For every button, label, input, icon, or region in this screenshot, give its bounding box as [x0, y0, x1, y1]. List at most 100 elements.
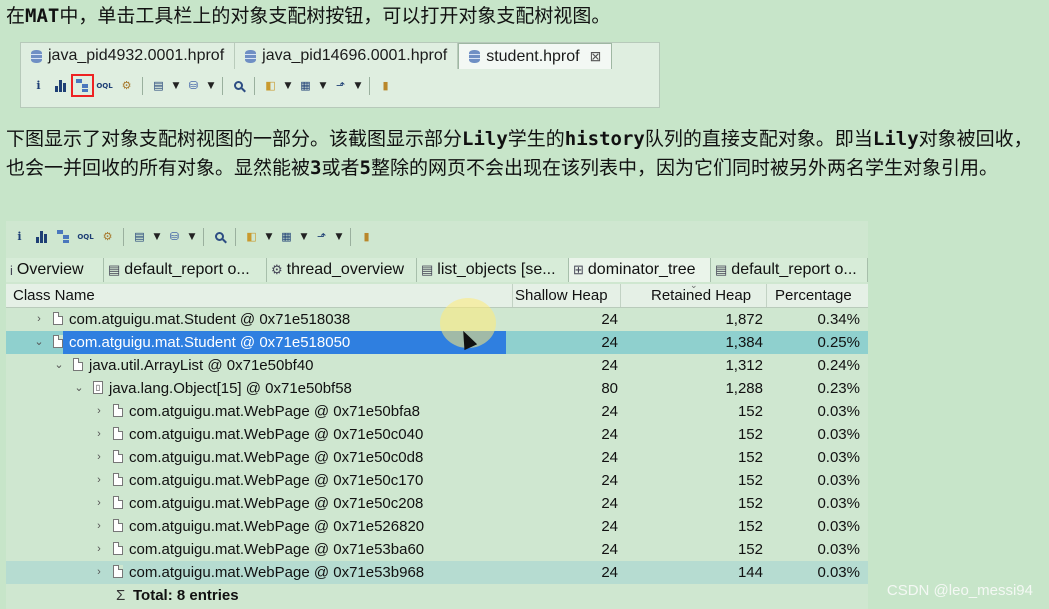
dominator-tree-button[interactable]: [54, 227, 73, 246]
editor-tab-pid4932[interactable]: java_pid4932.0001.hprof: [21, 43, 236, 69]
query-browser-button[interactable]: ⛁: [165, 227, 184, 246]
retained-heap-cell: 1,872: [725, 311, 763, 328]
expand-down-icon[interactable]: ⌄: [33, 331, 45, 354]
expand-right-icon[interactable]: ›: [93, 446, 105, 469]
close-icon[interactable]: ⊠: [590, 48, 602, 65]
expand-right-icon[interactable]: ›: [93, 515, 105, 538]
retained-heap-cell: 152: [737, 403, 763, 420]
tab-overview[interactable]: i Overview: [6, 258, 104, 282]
editor-tab-pid14696[interactable]: java_pid14696.0001.hprof: [235, 43, 459, 69]
calculate-retained-button[interactable]: ▮: [376, 76, 395, 95]
chevron-down-icon[interactable]: ▼: [353, 81, 363, 91]
columns-button[interactable]: ▦: [277, 227, 296, 246]
table-row[interactable]: ⌄ ▯ java.lang.Object[15] @ 0x71e50bf58 80 1,…: [6, 377, 868, 400]
percentage-cell: 0.25%: [817, 334, 860, 351]
report-icon: ▤: [421, 262, 434, 277]
chevron-down-icon[interactable]: ▼: [299, 232, 309, 242]
columns-button[interactable]: ▦: [296, 76, 315, 95]
table-header: Class Name Shallow Heap Retained Heap ⌄ …: [6, 280, 868, 308]
tab-list-objects[interactable]: ▤ list_objects [se...: [417, 258, 569, 282]
percentage-cell: 0.03%: [817, 564, 860, 581]
expand-down-icon[interactable]: ⌄: [73, 377, 85, 400]
dominator-tree-icon: [57, 230, 70, 243]
oql-button[interactable]: OQL: [76, 227, 95, 246]
heap-dump-icon: [245, 49, 257, 63]
thread-overview-button[interactable]: ⚙: [117, 76, 136, 95]
desc-text: 队列的直接支配对象。即当: [644, 128, 873, 150]
editor-tabs: java_pid4932.0001.hprof java_pid14696.00…: [21, 43, 613, 69]
header-shallow-heap[interactable]: Shallow Heap: [515, 284, 621, 307]
expand-right-icon[interactable]: ›: [93, 423, 105, 446]
shallow-heap-cell: 80: [601, 380, 618, 397]
tab-label: Overview: [16, 261, 84, 278]
search-button[interactable]: [229, 76, 248, 95]
expand-right-icon[interactable]: ›: [93, 400, 105, 423]
dominator-tree-button[interactable]: [71, 74, 94, 97]
reports-button[interactable]: ▤: [149, 76, 168, 95]
table-row[interactable]: ⌄ com.atguigu.mat.Student @ 0x71e518050 24…: [6, 331, 868, 354]
report-icon: ▤: [153, 79, 164, 92]
histogram-button[interactable]: [32, 227, 51, 246]
expand-right-icon[interactable]: ›: [93, 469, 105, 492]
chevron-down-icon[interactable]: ▼: [334, 232, 344, 242]
reports-button[interactable]: ▤: [130, 227, 149, 246]
expand-right-icon[interactable]: ›: [93, 492, 105, 515]
header-class-name[interactable]: Class Name: [13, 284, 513, 307]
overview-button[interactable]: i: [29, 76, 48, 95]
table-row[interactable]: › com.atguigu.mat.Student @ 0x71e518038 24…: [6, 308, 868, 331]
table-row[interactable]: › com.atguigu.mat.WebPage @ 0x71e50bfa8 24…: [6, 400, 868, 423]
histogram-icon: [55, 79, 66, 92]
table-row[interactable]: › com.atguigu.mat.WebPage @ 0x71e53ba60 24…: [6, 538, 868, 561]
table-row[interactable]: › com.atguigu.mat.WebPage @ 0x71e53b968 24…: [6, 561, 868, 584]
query-browser-button[interactable]: ⛁: [184, 76, 203, 95]
retained-heap-cell: 144: [737, 564, 763, 581]
oql-icon: OQL: [77, 232, 94, 241]
table-row[interactable]: › com.atguigu.mat.WebPage @ 0x71e50c170 24…: [6, 469, 868, 492]
tab-thread-overview[interactable]: ⚙ thread_overview: [267, 258, 417, 282]
expand-right-icon[interactable]: ›: [93, 561, 105, 584]
export-button[interactable]: ⬏: [331, 76, 350, 95]
editor-tab-student[interactable]: student.hprof ⊠: [458, 43, 613, 69]
chevron-down-icon[interactable]: ▼: [206, 81, 216, 91]
export-icon: ⬏: [316, 230, 327, 243]
object-icon: [113, 427, 123, 440]
toolbar-separator: [203, 227, 204, 246]
desc-mono-text: 5: [359, 157, 371, 179]
export-button[interactable]: ⬏: [312, 227, 331, 246]
expand-right-icon[interactable]: ›: [33, 308, 45, 331]
chevron-down-icon[interactable]: ▼: [283, 81, 293, 91]
expand-right-icon[interactable]: ›: [93, 538, 105, 561]
toolbar-separator: [142, 76, 143, 95]
group-button[interactable]: ◧: [242, 227, 261, 246]
table-row[interactable]: › com.atguigu.mat.WebPage @ 0x71e50c040 24…: [6, 423, 868, 446]
overview-button[interactable]: i: [10, 227, 29, 246]
table-row[interactable]: › com.atguigu.mat.WebPage @ 0x71e50c208 24…: [6, 492, 868, 515]
thread-overview-button[interactable]: ⚙: [98, 227, 117, 246]
chevron-down-icon[interactable]: ▼: [152, 232, 162, 242]
retained-heap-cell: 152: [737, 449, 763, 466]
table-row[interactable]: › com.atguigu.mat.WebPage @ 0x71e526820 24…: [6, 515, 868, 538]
chevron-down-icon[interactable]: ▼: [318, 81, 328, 91]
group-button[interactable]: ◧: [261, 76, 280, 95]
expand-down-icon[interactable]: ⌄: [53, 354, 65, 377]
histogram-button[interactable]: [51, 76, 70, 95]
table-row[interactable]: › com.atguigu.mat.WebPage @ 0x71e50c0d8 24…: [6, 446, 868, 469]
percentage-cell: 0.03%: [817, 472, 860, 489]
tab-default-report-2[interactable]: ▤ default_report o...: [711, 258, 868, 282]
oql-button[interactable]: OQL: [95, 76, 114, 95]
chevron-down-icon[interactable]: ▼: [171, 81, 181, 91]
desc-text: 学生的: [507, 128, 565, 150]
search-button[interactable]: [210, 227, 229, 246]
table-row[interactable]: ⌄ java.util.ArrayList @ 0x71e50bf40 24 1,31…: [6, 354, 868, 377]
retained-heap-cell: 152: [737, 472, 763, 489]
calculate-retained-button[interactable]: ▮: [357, 227, 376, 246]
chevron-down-icon[interactable]: ▼: [264, 232, 274, 242]
description-paragraph: 下图显示了对象支配树视图的一部分。该截图显示部分Lily学生的history队列…: [6, 125, 1046, 183]
class-name-cell: com.atguigu.mat.WebPage @ 0x71e50c040: [129, 426, 424, 443]
tab-dominator-tree[interactable]: ⊞ dominator_tree: [569, 258, 711, 282]
total-row: Σ Total: 8 entries: [6, 584, 868, 607]
chevron-down-icon[interactable]: ▼: [187, 232, 197, 242]
header-percentage[interactable]: Percentage: [775, 284, 865, 307]
tab-default-report[interactable]: ▤ default_report o...: [104, 258, 267, 282]
calculator-icon: ▮: [363, 230, 370, 243]
